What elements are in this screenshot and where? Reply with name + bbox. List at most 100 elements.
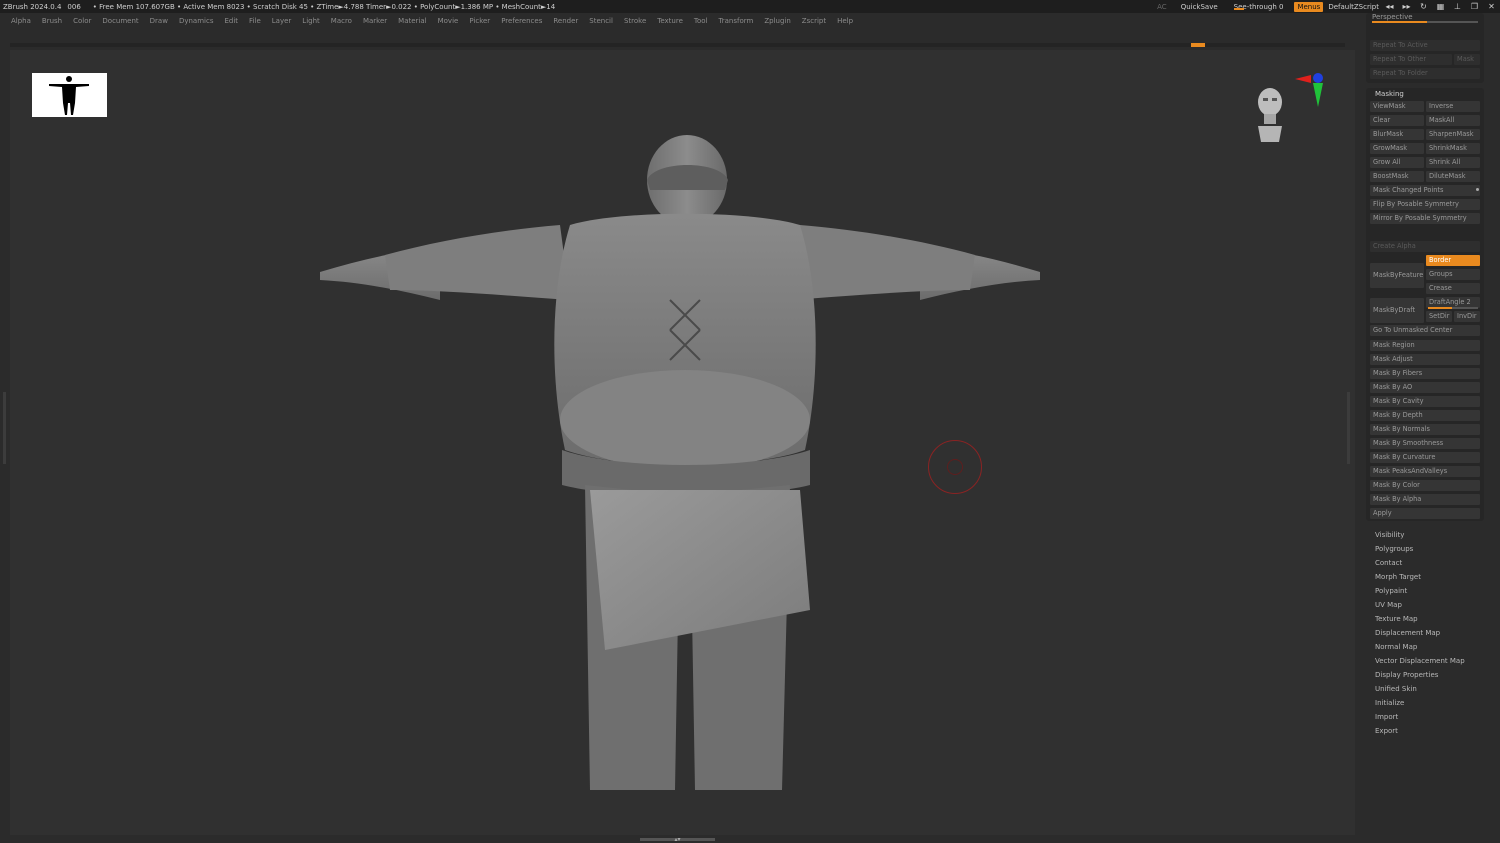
menu-draw[interactable]: Draw: [143, 17, 172, 25]
menu-texture[interactable]: Texture: [650, 17, 687, 25]
mirror-by-posable-symmetry-button[interactable]: Mirror By Posable Symmetry: [1370, 213, 1480, 224]
orientation-head-gizmo[interactable]: [1255, 84, 1285, 146]
grow-all-button[interactable]: Grow All: [1370, 157, 1424, 168]
menu-zplugin[interactable]: Zplugin: [757, 17, 794, 25]
menu-brush[interactable]: Brush: [35, 17, 66, 25]
menus-toggle[interactable]: Menus: [1294, 1, 1324, 12]
mask-by-draft-button[interactable]: MaskByDraft: [1370, 298, 1424, 323]
mask-by-curvature-button[interactable]: Mask By Curvature: [1370, 452, 1480, 463]
grow-mask-button[interactable]: GrowMask: [1370, 143, 1424, 154]
restore-icon[interactable]: ❐: [1466, 2, 1483, 11]
menu-help[interactable]: Help: [830, 17, 857, 25]
timeline-track[interactable]: [10, 43, 1345, 47]
menu-preferences[interactable]: Preferences: [494, 17, 546, 25]
menu-marker[interactable]: Marker: [356, 17, 391, 25]
minimize-icon[interactable]: ⊥: [1449, 2, 1466, 11]
section-contact[interactable]: Contact: [1375, 559, 1402, 567]
mask-by-smoothness-button[interactable]: Mask By Smoothness: [1370, 438, 1480, 449]
bottom-tray-handle[interactable]: ▴▾: [640, 837, 715, 843]
go-to-unmasked-center-button[interactable]: Go To Unmasked Center: [1370, 325, 1480, 336]
perspective-label[interactable]: Perspective: [1372, 13, 1413, 21]
clear-mask-button[interactable]: Clear: [1370, 115, 1424, 126]
see-through-slider[interactable]: See-through 0: [1226, 3, 1292, 11]
mask-by-cavity-button[interactable]: Mask By Cavity: [1370, 396, 1480, 407]
mask-changed-points-button[interactable]: Mask Changed Points: [1370, 185, 1480, 196]
mask-by-feature-button[interactable]: MaskByFeature: [1370, 263, 1424, 288]
right-tray-grip[interactable]: [1347, 392, 1350, 464]
section-export[interactable]: Export: [1375, 727, 1398, 735]
border-toggle[interactable]: Border: [1426, 255, 1480, 266]
section-uv-map[interactable]: UV Map: [1375, 601, 1402, 609]
menu-material[interactable]: Material: [391, 17, 430, 25]
menu-macro[interactable]: Macro: [324, 17, 356, 25]
menu-light[interactable]: Light: [295, 17, 323, 25]
section-import[interactable]: Import: [1375, 713, 1398, 721]
repeat-to-folder-button[interactable]: Repeat To Folder: [1370, 68, 1480, 79]
silhouette-thumbnail[interactable]: [32, 73, 107, 117]
section-morph-target[interactable]: Morph Target: [1375, 573, 1421, 581]
menu-zscript[interactable]: Zscript: [795, 17, 830, 25]
menu-file[interactable]: File: [242, 17, 265, 25]
repeat-to-other-button[interactable]: Repeat To Other: [1370, 54, 1452, 65]
ac-button[interactable]: AC: [1151, 3, 1173, 11]
menu-picker[interactable]: Picker: [462, 17, 494, 25]
menu-edit[interactable]: Edit: [217, 17, 242, 25]
mask-by-alpha-button[interactable]: Mask By Alpha: [1370, 494, 1480, 505]
masking-title[interactable]: Masking: [1375, 90, 1404, 98]
dilute-mask-button[interactable]: DiluteMask: [1426, 171, 1480, 182]
mask-adjust-button[interactable]: Mask Adjust: [1370, 354, 1480, 365]
create-alpha-button[interactable]: Create Alpha: [1370, 241, 1480, 252]
mask-by-normals-button[interactable]: Mask By Normals: [1370, 424, 1480, 435]
groups-toggle[interactable]: Groups: [1426, 269, 1480, 280]
refresh-icon[interactable]: ↻: [1415, 2, 1432, 11]
section-display-properties[interactable]: Display Properties: [1375, 671, 1438, 679]
section-normal-map[interactable]: Normal Map: [1375, 643, 1417, 651]
apply-button[interactable]: Apply: [1370, 508, 1480, 519]
left-tray-grip[interactable]: [3, 392, 6, 464]
canvas-viewport[interactable]: [10, 50, 1355, 837]
section-unified-skin[interactable]: Unified Skin: [1375, 685, 1417, 693]
axis-gizmo[interactable]: [1293, 73, 1329, 111]
boost-mask-button[interactable]: BoostMask: [1370, 171, 1424, 182]
menu-document[interactable]: Document: [95, 17, 142, 25]
menu-color[interactable]: Color: [66, 17, 95, 25]
double-arrow-right-icon[interactable]: ▸▸: [1398, 2, 1415, 11]
mask-by-color-button[interactable]: Mask By Color: [1370, 480, 1480, 491]
section-polygroups[interactable]: Polygroups: [1375, 545, 1413, 553]
section-texture-map[interactable]: Texture Map: [1375, 615, 1418, 623]
menu-dynamics[interactable]: Dynamics: [172, 17, 218, 25]
mask-region-button[interactable]: Mask Region: [1370, 340, 1480, 351]
menu-stroke[interactable]: Stroke: [617, 17, 650, 25]
crease-toggle[interactable]: Crease: [1426, 283, 1480, 294]
mask-all-button[interactable]: MaskAll: [1426, 115, 1480, 126]
default-zscript-button[interactable]: DefaultZScript: [1326, 3, 1381, 11]
menu-transform[interactable]: Transform: [712, 17, 758, 25]
perspective-slider[interactable]: [1372, 21, 1478, 23]
mask-by-fibers-button[interactable]: Mask By Fibers: [1370, 368, 1480, 379]
close-icon[interactable]: ✕: [1483, 2, 1500, 11]
menu-alpha[interactable]: Alpha: [0, 17, 35, 25]
menu-render[interactable]: Render: [546, 17, 582, 25]
viewmask-button[interactable]: ViewMask: [1370, 101, 1424, 112]
flip-by-posable-symmetry-button[interactable]: Flip By Posable Symmetry: [1370, 199, 1480, 210]
mask-by-depth-button[interactable]: Mask By Depth: [1370, 410, 1480, 421]
section-polypaint[interactable]: Polypaint: [1375, 587, 1407, 595]
layout-icon[interactable]: ▦: [1432, 2, 1449, 11]
menu-tool[interactable]: Tool: [687, 17, 712, 25]
menu-stencil[interactable]: Stencil: [582, 17, 617, 25]
inverse-button[interactable]: Inverse: [1426, 101, 1480, 112]
sharpen-mask-button[interactable]: SharpenMask: [1426, 129, 1480, 140]
inv-dir-button[interactable]: InvDir: [1454, 311, 1480, 322]
section-visibility[interactable]: Visibility: [1375, 531, 1404, 539]
repeat-to-active-button[interactable]: Repeat To Active: [1370, 40, 1480, 51]
shrink-all-button[interactable]: Shrink All: [1426, 157, 1480, 168]
set-dir-button[interactable]: SetDir: [1426, 311, 1452, 322]
section-displacement-map[interactable]: Displacement Map: [1375, 629, 1440, 637]
mask-peaks-and-valleys-button[interactable]: Mask PeaksAndValleys: [1370, 466, 1480, 477]
menu-movie[interactable]: Movie: [431, 17, 463, 25]
blur-mask-button[interactable]: BlurMask: [1370, 129, 1424, 140]
mask-by-ao-button[interactable]: Mask By AO: [1370, 382, 1480, 393]
section-initialize[interactable]: Initialize: [1375, 699, 1404, 707]
quicksave-button[interactable]: QuickSave: [1173, 3, 1226, 11]
double-arrow-left-icon[interactable]: ◂◂: [1381, 2, 1398, 11]
